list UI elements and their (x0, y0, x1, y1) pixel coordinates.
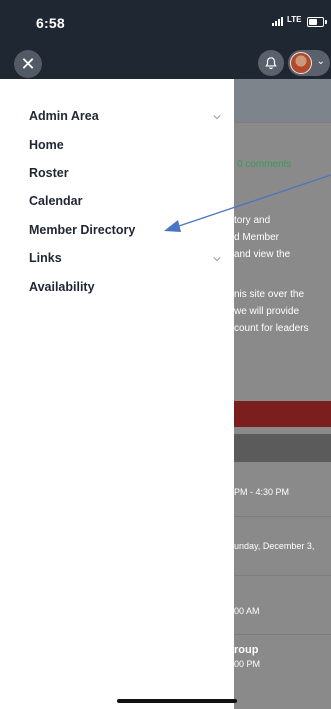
divider (234, 575, 331, 576)
chevron-down-icon[interactable] (213, 113, 221, 121)
event-time: 00 PM (234, 659, 261, 669)
close-menu-button[interactable]: ✕ (14, 50, 42, 78)
menu-item-links[interactable]: Links (29, 251, 62, 265)
profile-menu-button[interactable]: ⌄ (288, 50, 330, 76)
notifications-button[interactable] (258, 50, 284, 76)
status-bar: 6:58 LTE (0, 0, 331, 44)
post-text-line: and view the (234, 249, 291, 260)
chevron-down-icon: ⌄ (316, 56, 325, 67)
comments-count: 0 comments (237, 159, 292, 170)
page-subheader (234, 79, 331, 122)
event-title: roup (234, 644, 259, 656)
page-overlay[interactable]: 0 comments tory and d Member and view th… (234, 79, 331, 709)
red-banner (234, 401, 331, 427)
section-header (234, 434, 331, 462)
avatar (290, 52, 312, 74)
menu-item-member-directory[interactable]: Member Directory (29, 223, 135, 237)
event-time: 00 AM (234, 606, 260, 616)
chevron-down-icon[interactable] (213, 255, 221, 263)
menu-item-home[interactable]: Home (29, 138, 64, 152)
post-text-line: tory and (234, 215, 271, 226)
divider (234, 122, 331, 123)
divider (234, 634, 331, 635)
bell-icon (265, 57, 277, 70)
event-time: PM - 4:30 PM (234, 487, 290, 497)
menu-item-roster[interactable]: Roster (29, 166, 69, 180)
menu-item-admin-area[interactable]: Admin Area (29, 109, 99, 123)
home-indicator[interactable] (117, 699, 237, 703)
divider (234, 516, 331, 517)
post-text-line: count for leaders (234, 323, 309, 334)
menu-item-availability[interactable]: Availability (29, 280, 95, 294)
close-icon: ✕ (20, 54, 36, 74)
post-text-line: nis site over the (234, 289, 305, 300)
network-type: LTE (287, 15, 302, 24)
cellular-signal-icon (272, 17, 283, 26)
status-time: 6:58 (36, 15, 65, 31)
battery-icon (307, 17, 327, 27)
menu-item-calendar[interactable]: Calendar (29, 194, 83, 208)
battery-tip (325, 20, 327, 24)
post-text-line: we will provide (234, 306, 300, 317)
event-date: unday, December 3, (234, 541, 315, 551)
post-text-line: d Member (234, 232, 280, 243)
battery-level (309, 19, 318, 25)
